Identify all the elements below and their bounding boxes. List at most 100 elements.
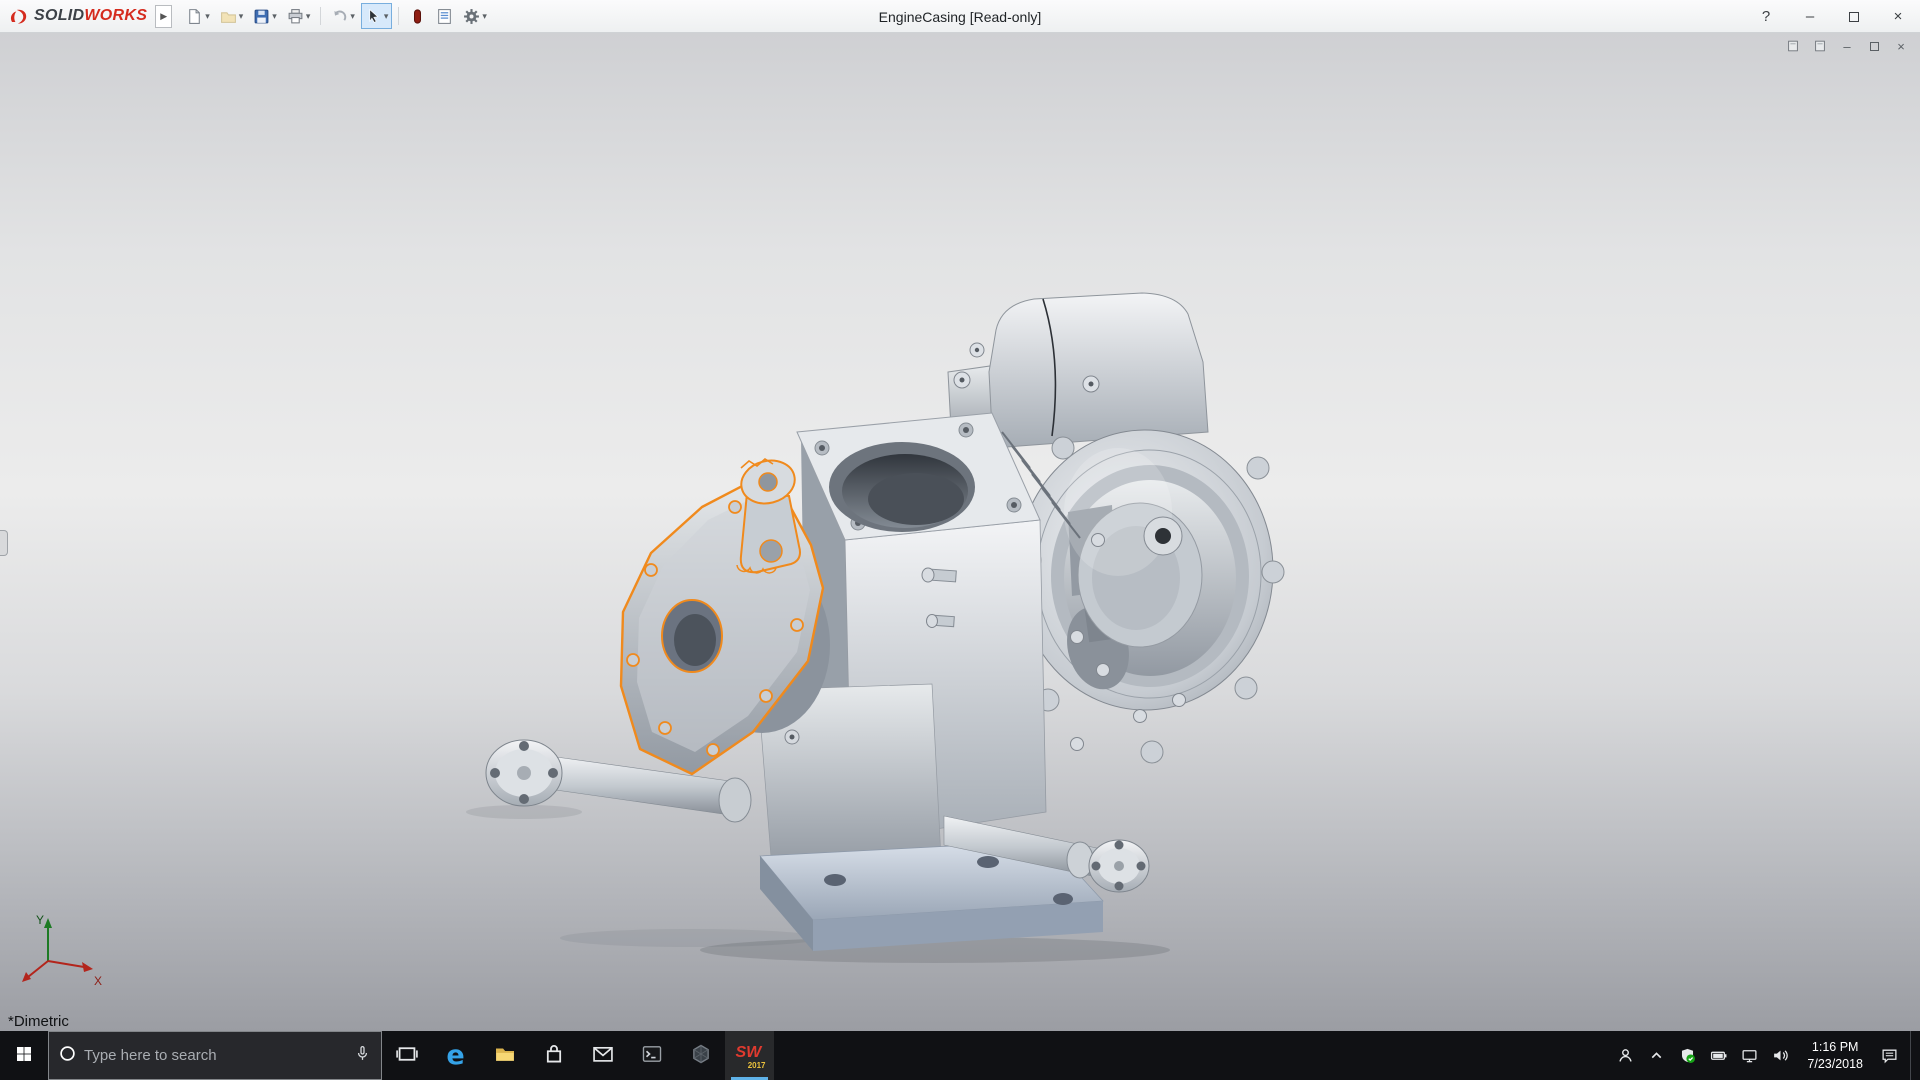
- flyout-arrow-icon: ▶: [160, 10, 168, 21]
- clutch-housing-part[interactable]: [1016, 429, 1285, 764]
- rebuild-icon: [409, 8, 426, 25]
- store-button[interactable]: [529, 1031, 578, 1080]
- select-tool-button[interactable]: ▾: [360, 3, 393, 29]
- toolbar-separator: [398, 7, 400, 25]
- new-document-button[interactable]: ▾: [182, 3, 214, 29]
- ds-logo-icon: [10, 9, 27, 24]
- quick-access-toolbar: ▾ ▾ ▾ ▾ ▾ ▾ ▾: [182, 3, 491, 29]
- clock-time: 1:16 PM: [1811, 1039, 1859, 1054]
- document-close-button[interactable]: ×: [1892, 38, 1910, 54]
- selected-bracket-part[interactable]: [736, 455, 801, 574]
- security-shield-icon[interactable]: [1677, 1045, 1698, 1066]
- cad-viewer-button[interactable]: [676, 1031, 725, 1080]
- task-view-icon: [395, 1043, 418, 1068]
- view-orientation-label: *Dimetric: [8, 1013, 69, 1030]
- hidden-icons-chevron[interactable]: [1646, 1045, 1667, 1066]
- taskbar-clock[interactable]: 1:16 PM 7/23/2018: [1801, 1039, 1869, 1073]
- select-cursor-icon: [365, 8, 382, 25]
- solidworks-logo: SOLIDWORKS: [0, 7, 153, 25]
- action-center-icon[interactable]: [1879, 1045, 1900, 1066]
- window-controls: ? – ×: [1744, 0, 1920, 33]
- dropdown-caret: ▾: [383, 10, 389, 21]
- y-axis-label: Y: [36, 913, 44, 927]
- solidworks-window: SOLIDWORKS ▶ ▾ ▾ ▾ ▾ ▾ ▾ ▾ EngineCasing …: [0, 0, 1920, 1080]
- windows-logo-icon: [16, 1046, 32, 1065]
- taskbar-search-box[interactable]: [48, 1031, 382, 1080]
- volume-icon[interactable]: [1770, 1045, 1791, 1066]
- help-button[interactable]: ?: [1744, 0, 1788, 33]
- document-minimize-button[interactable]: –: [1838, 38, 1856, 54]
- solidworks-2017-button[interactable]: SW 2017: [725, 1031, 774, 1080]
- edge-browser-button[interactable]: e: [431, 1031, 480, 1080]
- panel-collapse-tab[interactable]: [0, 530, 8, 556]
- options-button[interactable]: ▾: [459, 3, 491, 29]
- people-icon[interactable]: [1615, 1045, 1636, 1066]
- save-icon: [253, 8, 270, 25]
- print-button[interactable]: ▾: [283, 3, 315, 29]
- windows-taskbar: e SW 2017: [0, 1031, 1920, 1080]
- help-icon: ?: [1761, 8, 1771, 25]
- orientation-triad: Y X: [22, 913, 102, 988]
- open-document-button[interactable]: ▾: [216, 3, 248, 29]
- dropdown-caret: ▾: [350, 10, 355, 21]
- toolbar-flyout-button[interactable]: ▶: [155, 4, 173, 28]
- dropdown-caret: ▾: [305, 10, 311, 21]
- rebuild-button[interactable]: [405, 3, 430, 29]
- file-explorer-button[interactable]: [480, 1031, 529, 1080]
- solidworks-icon-label: SW: [735, 1043, 762, 1061]
- restore-icon: [1869, 41, 1879, 51]
- command-prompt-icon: [641, 1043, 663, 1068]
- x-axis-label: X: [94, 974, 102, 988]
- close-icon: ×: [1897, 38, 1905, 54]
- close-button[interactable]: ×: [1876, 0, 1920, 33]
- dropdown-caret: ▾: [205, 10, 210, 21]
- open-document-icon: [220, 8, 237, 25]
- network-icon[interactable]: [1739, 1045, 1760, 1066]
- engine-casing-model[interactable]: [0, 33, 1920, 1031]
- mail-icon: [592, 1043, 614, 1068]
- save-button[interactable]: ▾: [249, 3, 281, 29]
- solidworks-icon-year: 2017: [747, 1060, 766, 1070]
- clock-date: 7/23/2018: [1807, 1056, 1863, 1071]
- close-icon: ×: [1893, 8, 1903, 25]
- undo-icon: [331, 8, 348, 25]
- document-restore-button[interactable]: [1865, 38, 1883, 54]
- system-tray: 1:16 PM 7/23/2018: [1615, 1031, 1920, 1080]
- graphics-viewport[interactable]: – × Y X *Dimetric: [0, 33, 1920, 1031]
- z-axis-arrow: [22, 972, 31, 982]
- brand-wordmark: SOLIDWORKS: [34, 7, 148, 24]
- file-properties-icon: [436, 8, 453, 25]
- undo-button[interactable]: ▾: [327, 3, 359, 29]
- cad-viewer-icon: [690, 1043, 712, 1068]
- store-icon: [543, 1043, 565, 1068]
- maximize-button[interactable]: [1832, 0, 1876, 33]
- task-view-button[interactable]: [382, 1031, 431, 1080]
- dropdown-caret: ▾: [482, 10, 487, 21]
- minimize-button[interactable]: –: [1788, 0, 1832, 33]
- maximize-icon: [1849, 11, 1859, 22]
- document-title: EngineCasing [Read-only]: [878, 8, 1042, 25]
- minimize-icon: –: [1805, 8, 1815, 25]
- edge-icon: e: [446, 1040, 465, 1071]
- document-window-controls: – ×: [1784, 38, 1910, 54]
- options-gear-icon: [463, 8, 480, 25]
- command-prompt-button[interactable]: [627, 1031, 676, 1080]
- document-window-icon[interactable]: [1784, 38, 1802, 54]
- microphone-icon[interactable]: [354, 1045, 371, 1067]
- show-desktop-button[interactable]: [1910, 1031, 1916, 1080]
- mail-button[interactable]: [578, 1031, 627, 1080]
- document-window-icon[interactable]: [1811, 38, 1829, 54]
- print-icon: [287, 8, 304, 25]
- file-properties-button[interactable]: [432, 3, 457, 29]
- toolbar-separator: [320, 7, 322, 25]
- minimize-icon: –: [1843, 38, 1851, 54]
- dropdown-caret: ▾: [272, 10, 277, 21]
- file-explorer-icon: [494, 1043, 516, 1068]
- battery-icon[interactable]: [1708, 1045, 1729, 1066]
- search-input[interactable]: [84, 1047, 346, 1064]
- cortana-icon: [59, 1045, 76, 1067]
- start-button[interactable]: [0, 1031, 48, 1080]
- solidworks-app-icon: SW 2017: [734, 1042, 766, 1070]
- dropdown-caret: ▾: [238, 10, 244, 21]
- titlebar: SOLIDWORKS ▶ ▾ ▾ ▾ ▾ ▾ ▾ ▾ EngineCasing …: [0, 0, 1920, 33]
